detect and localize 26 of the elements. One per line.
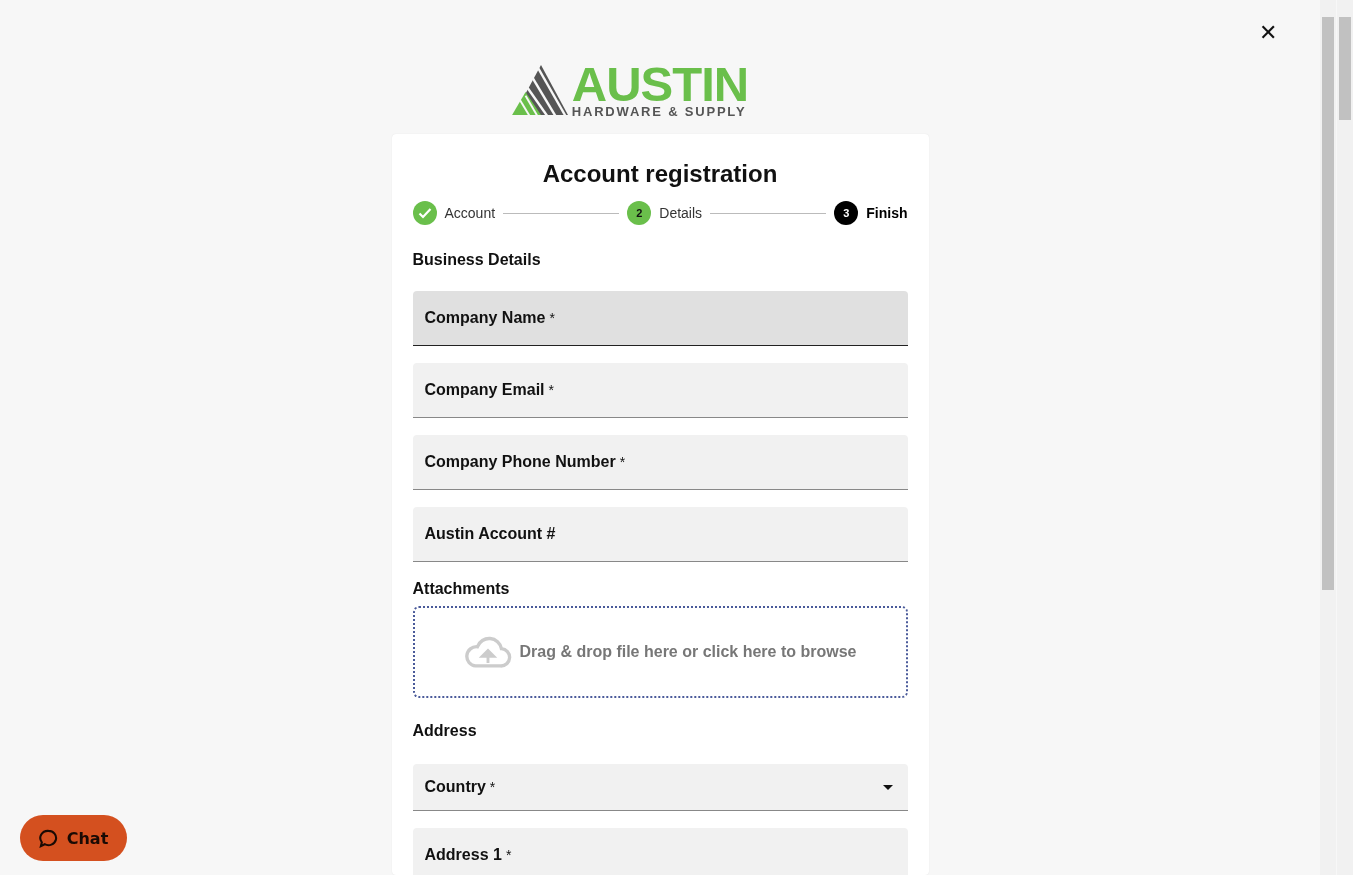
logo-tagline: HARDWARE & SUPPLY bbox=[571, 105, 748, 118]
step-label: Account bbox=[444, 205, 496, 221]
input-field[interactable]: Address 1 * bbox=[412, 828, 908, 875]
file-dropzone[interactable]: Drag & drop file here or click here to browse bbox=[412, 606, 908, 698]
close-button[interactable]: ✕ bbox=[1255, 18, 1281, 48]
input-field[interactable]: Company Phone Number * bbox=[412, 435, 908, 490]
section-heading: Address bbox=[412, 721, 478, 741]
input-field[interactable]: Austin Account # bbox=[412, 507, 908, 562]
section-heading: Attachments bbox=[412, 579, 511, 599]
input-field[interactable]: Country * bbox=[412, 764, 908, 811]
input-field[interactable]: Company Email * bbox=[412, 363, 908, 418]
speech-bubble-icon bbox=[38, 828, 58, 848]
step-label: Finish bbox=[866, 205, 908, 221]
form-title: Account registration bbox=[541, 160, 779, 188]
cloud-upload-icon bbox=[463, 635, 512, 669]
caret-icon bbox=[882, 784, 893, 790]
scrollbar[interactable] bbox=[1320, 0, 1336, 875]
step-number: 3 bbox=[834, 201, 859, 225]
step-label: Details bbox=[659, 205, 703, 221]
chat-button[interactable]: Chat bbox=[20, 815, 127, 861]
step-number: 2 bbox=[627, 201, 652, 225]
logo-wordmark: AUSTIN bbox=[571, 63, 749, 105]
scrollbar[interactable] bbox=[1337, 0, 1353, 875]
input-field[interactable]: Company Name * bbox=[412, 291, 908, 346]
logo-icon bbox=[511, 63, 570, 117]
section-heading: Business Details bbox=[412, 250, 542, 270]
